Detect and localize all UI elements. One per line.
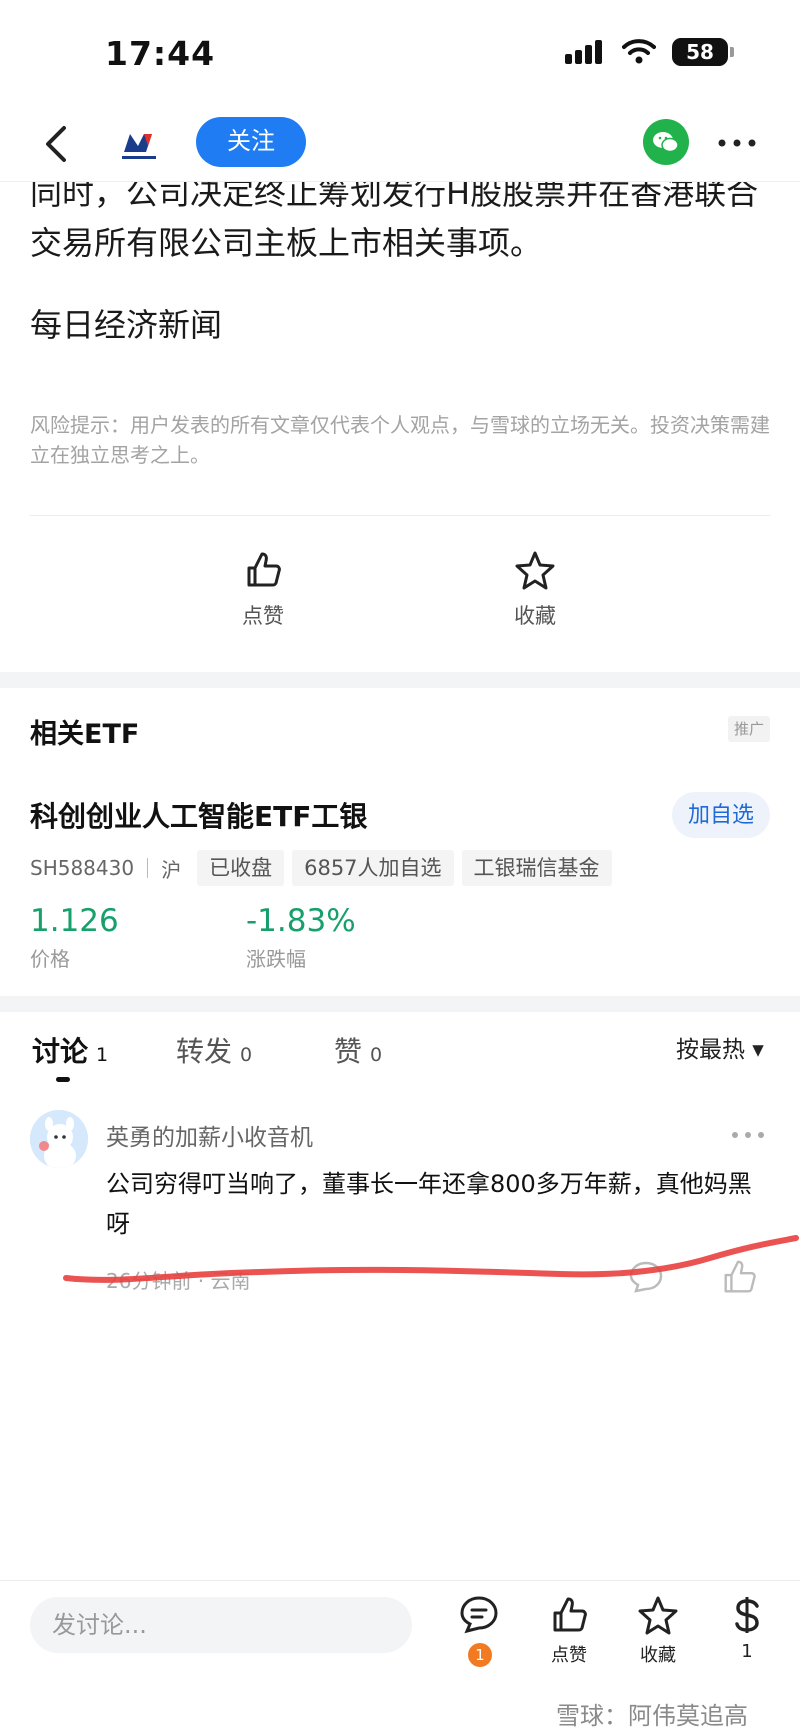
tab-discuss[interactable]: 讨论 1	[32, 1030, 108, 1070]
status-bar: 17:44 58	[0, 0, 800, 110]
more-options-icon[interactable]	[712, 128, 762, 158]
tab-likes[interactable]: 赞0	[334, 1030, 382, 1070]
wifi-icon	[622, 39, 656, 64]
promo-badge: 推广	[728, 716, 770, 742]
comment-icon	[460, 1596, 498, 1634]
status-time: 17:44	[105, 34, 216, 73]
reward-count: 1	[741, 1641, 753, 1662]
tab-likes-label: 赞	[334, 1035, 363, 1068]
comment-count-badge: 1	[468, 1643, 492, 1667]
etf-market: 沪	[161, 857, 182, 882]
etf-fund-company-tag: 工银瑞信基金	[461, 850, 612, 886]
etf-meta: SH588430 沪 已收盘 6857人加自选 工银瑞信基金	[30, 850, 612, 886]
back-arrow-icon[interactable]	[38, 122, 78, 166]
etf-status-tag: 已收盘	[197, 850, 285, 886]
star-icon	[515, 551, 555, 590]
tab-likes-count: 0	[370, 1044, 383, 1066]
bottom-favorite-label: 收藏	[640, 1645, 676, 1666]
etf-change-label: 涨跌幅	[246, 947, 306, 971]
avatar[interactable]	[30, 1110, 88, 1168]
active-tab-indicator	[56, 1077, 70, 1082]
etf-price: 1.126	[30, 903, 119, 939]
article-paragraph: 同时，公司决定终止筹划发行H股股票并在香港联合交易所有限公司主板上市相关事项。	[30, 174, 759, 262]
nav-bar: 关注	[0, 110, 800, 182]
tab-repost[interactable]: 转发 0	[176, 1030, 252, 1070]
tab-repost-count: 0	[240, 1044, 253, 1066]
article-source: 每日经济新闻	[30, 306, 223, 344]
red-scribble-mark	[63, 1235, 799, 1283]
etf-watchers-tag: 6857人加自选	[292, 850, 454, 886]
add-watchlist-button[interactable]: 加自选	[672, 792, 770, 838]
favorite-label: 收藏	[514, 604, 556, 628]
dollar-icon	[735, 1597, 759, 1633]
etf-section-title: 相关ETF	[30, 719, 140, 750]
battery-tip	[730, 47, 734, 57]
like-label: 点赞	[242, 604, 284, 628]
thumbs-up-icon	[247, 552, 281, 587]
risk-notice: 风险提示：用户发表的所有文章仅代表个人观点，与雪球的立场无关。投资决策需建立在独…	[30, 413, 770, 467]
bottom-like-button[interactable]: 点赞	[534, 1595, 604, 1667]
tab-repost-label: 转发	[176, 1035, 233, 1068]
etf-change: -1.83%	[246, 903, 356, 939]
etf-name[interactable]: 科创创业人工智能ETF工银	[30, 795, 367, 835]
comment-input[interactable]: 发讨论...	[30, 1597, 412, 1653]
etf-price-label: 价格	[30, 947, 70, 971]
etf-code: SH588430	[30, 856, 135, 880]
article-like-button[interactable]: 点赞	[218, 550, 308, 630]
comment-more-icon[interactable]	[730, 1130, 766, 1140]
tab-discuss-label: 讨论	[32, 1035, 89, 1068]
follow-button[interactable]: 关注	[196, 117, 306, 167]
divider	[30, 515, 770, 516]
publisher-logo-icon[interactable]	[118, 124, 160, 166]
star-icon	[638, 1596, 678, 1635]
tab-discuss-count: 1	[96, 1044, 109, 1066]
section-gap	[0, 996, 800, 1012]
comments-button[interactable]: 1	[444, 1595, 514, 1667]
thumbs-up-icon	[553, 1597, 587, 1632]
battery-indicator: 58	[672, 38, 728, 66]
cellular-signal-icon	[565, 40, 602, 64]
article-favorite-button[interactable]: 收藏	[490, 550, 580, 630]
bottom-like-label: 点赞	[551, 1645, 587, 1666]
comment-username[interactable]: 英勇的加薪小收音机	[106, 1118, 313, 1152]
bottom-favorite-button[interactable]: 收藏	[623, 1595, 693, 1667]
sort-dropdown[interactable]: 按最热 ▾	[676, 1030, 764, 1064]
wechat-share-icon[interactable]	[643, 119, 689, 165]
watermark: 雪球：阿伟莫追高	[556, 1702, 748, 1730]
section-gap	[0, 672, 800, 688]
separator	[147, 858, 149, 878]
article-body: 同时，公司决定终止筹划发行H股股票并在香港联合交易所有限公司主板上市相关事项。 …	[30, 168, 775, 350]
reward-button[interactable]: 1	[712, 1595, 782, 1662]
